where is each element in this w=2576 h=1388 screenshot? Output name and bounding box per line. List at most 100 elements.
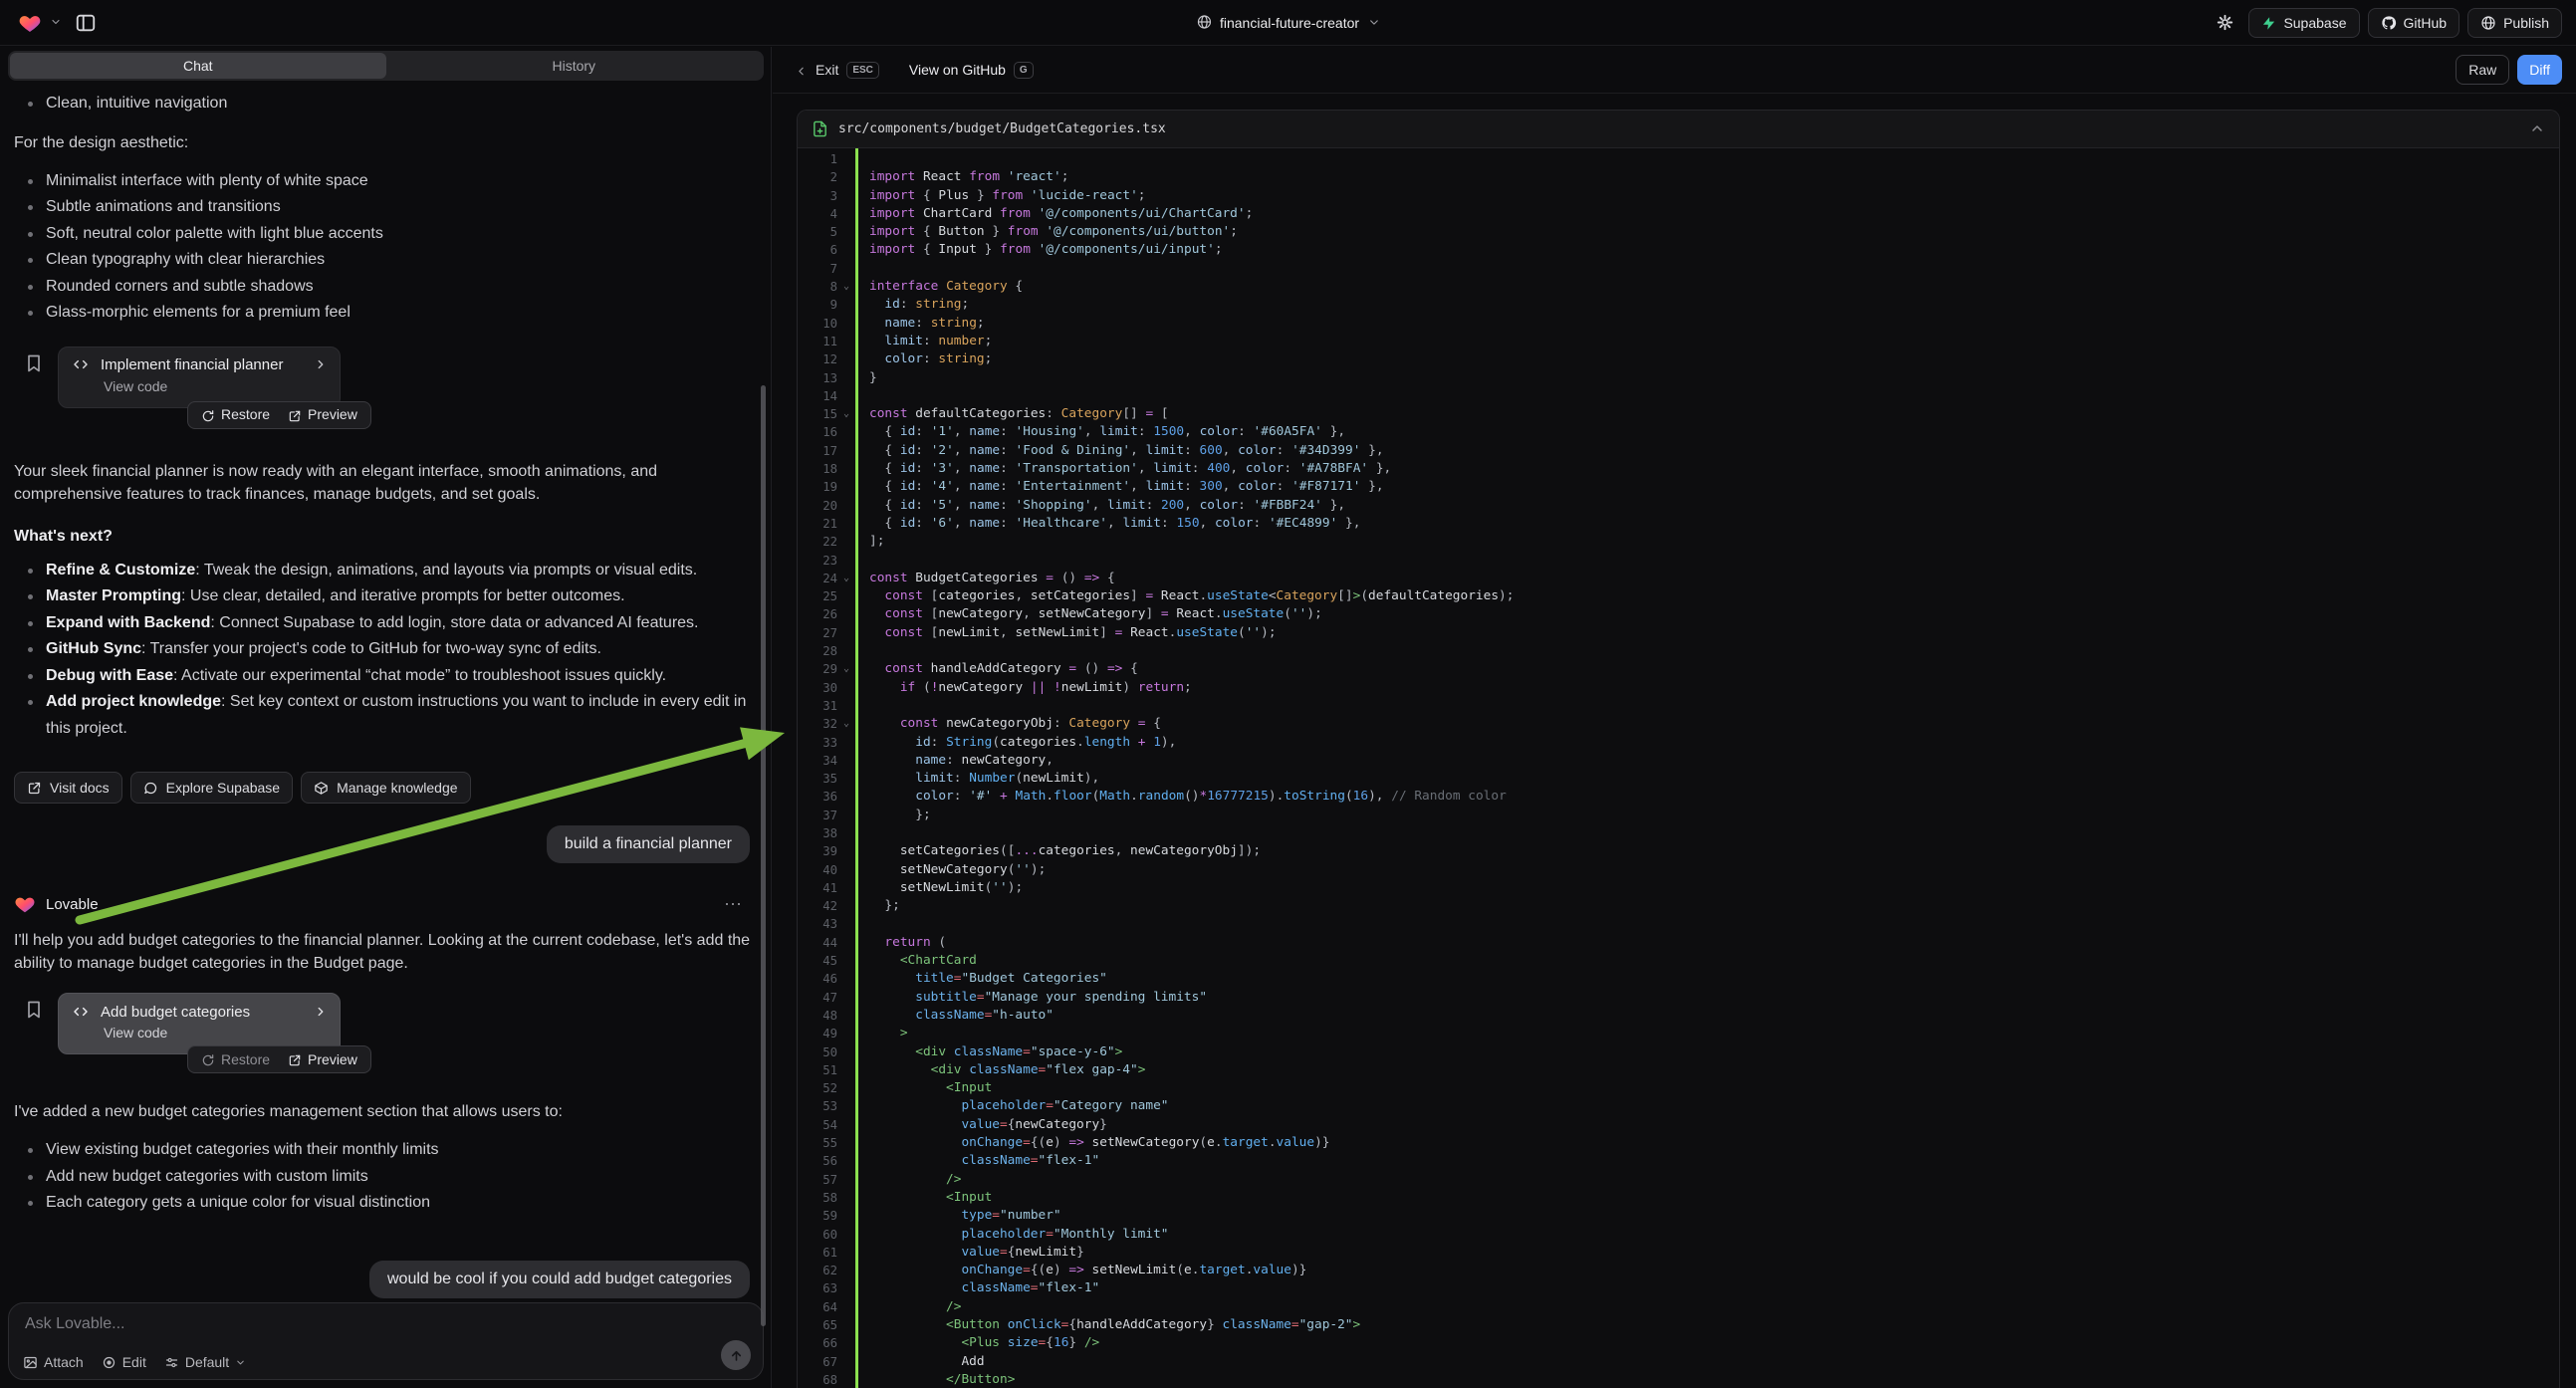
preview-button[interactable]: Preview: [279, 406, 366, 422]
top-bar: financial-future-creator Supabase GitHub…: [0, 0, 2576, 46]
code-line: 15⌄const defaultCategories: Category[] =…: [798, 405, 2559, 423]
code-line: 27 const [newLimit, setNewLimit] = React…: [798, 624, 2559, 642]
message-menu-button[interactable]: ⋯: [724, 894, 754, 915]
supabase-icon: [2261, 14, 2276, 31]
line-number: 14: [798, 387, 837, 405]
fold-toggle-icon[interactable]: ⌄: [837, 405, 855, 423]
code-line: 30 if (!newCategory || !newLimit) return…: [798, 679, 2559, 697]
list-item: Minimalist interface with plenty of whit…: [14, 168, 754, 195]
restore-button[interactable]: Restore: [192, 1051, 279, 1067]
code-line: 25 const [categories, setCategories] = R…: [798, 587, 2559, 605]
code-editor[interactable]: 12import React from 'react';3import { Pl…: [798, 148, 2559, 1388]
line-number: 49: [798, 1025, 837, 1042]
chat-history-tabs: Chat History: [8, 51, 764, 81]
line-number: 59: [798, 1207, 837, 1225]
chat-scroll-area[interactable]: Clean, intuitive navigation For the desi…: [0, 81, 772, 1327]
model-selector[interactable]: Default: [164, 1353, 246, 1370]
line-number: 39: [798, 842, 837, 860]
line-number: 51: [798, 1061, 837, 1079]
app-window: financial-future-creator Supabase GitHub…: [0, 0, 2576, 1388]
code-text: ];: [855, 533, 2559, 551]
code-text: >: [855, 1025, 2559, 1042]
visit-docs-button[interactable]: Visit docs: [14, 772, 122, 804]
code-line: 39 setCategories([...categories, newCate…: [798, 842, 2559, 860]
code-line: 57 />: [798, 1171, 2559, 1189]
line-number: 55: [798, 1134, 837, 1152]
bookmark-icon[interactable]: [24, 999, 44, 1021]
tab-chat[interactable]: Chat: [10, 53, 386, 79]
image-icon: [23, 1353, 38, 1370]
attach-button[interactable]: Attach: [23, 1353, 84, 1370]
bookmark-icon[interactable]: [24, 352, 44, 374]
line-number: 23: [798, 552, 837, 570]
fold-toggle-icon[interactable]: ⌄: [837, 278, 855, 296]
code-text: <ChartCard: [855, 952, 2559, 970]
fold-gutter: [837, 842, 855, 860]
edit-button[interactable]: Edit: [102, 1353, 146, 1370]
file-header[interactable]: src/components/budget/BudgetCategories.t…: [798, 111, 2559, 148]
list-item: Refine & Customize: Tweak the design, an…: [14, 558, 754, 584]
code-text: { id: '3', name: 'Transportation', limit…: [855, 460, 2559, 478]
manage-knowledge-button[interactable]: Manage knowledge: [301, 772, 470, 804]
settings-button[interactable]: [2209, 8, 2240, 38]
view-on-github-button[interactable]: View on GitHub G: [909, 62, 1034, 79]
fold-gutter: [837, 679, 855, 697]
fold-gutter: [837, 369, 855, 387]
code-text: const defaultCategories: Category[] = [: [855, 405, 2559, 423]
view-code-link[interactable]: View code: [104, 378, 328, 394]
line-number: 53: [798, 1097, 837, 1115]
line-number: 26: [798, 605, 837, 623]
sidebar-toggle-button[interactable]: [70, 8, 102, 38]
chat-input[interactable]: [25, 1315, 747, 1333]
publish-button[interactable]: Publish: [2467, 8, 2562, 38]
github-button[interactable]: GitHub: [2368, 8, 2460, 38]
code-line: 8⌄interface Category {: [798, 278, 2559, 296]
code-text: color: string;: [855, 350, 2559, 368]
list-item: Rounded corners and subtle shadows: [14, 274, 754, 301]
code-line: 54 value={newCategory}: [798, 1116, 2559, 1134]
version-card-implement-planner[interactable]: Implement financial planner View code: [58, 347, 341, 408]
list-item: GitHub Sync: Transfer your project's cod…: [14, 636, 754, 663]
preview-button[interactable]: Preview: [279, 1051, 366, 1067]
view-on-github-label: View on GitHub: [909, 62, 1006, 78]
fold-gutter: [837, 387, 855, 405]
code-line: 46 title="Budget Categories": [798, 970, 2559, 988]
code-line: 64 />: [798, 1298, 2559, 1316]
code-text: import React from 'react';: [855, 168, 2559, 186]
explore-supabase-button[interactable]: Explore Supabase: [130, 772, 293, 804]
send-button[interactable]: [721, 1340, 751, 1370]
line-number: 56: [798, 1152, 837, 1170]
tab-history[interactable]: History: [386, 53, 763, 79]
exit-button[interactable]: Exit ESC: [773, 62, 879, 79]
fold-toggle-icon[interactable]: ⌄: [837, 660, 855, 678]
fold-gutter: [837, 970, 855, 988]
code-text: import { Input } from '@/components/ui/i…: [855, 241, 2559, 259]
restore-button[interactable]: Restore: [192, 406, 279, 422]
chevron-up-icon[interactable]: [2529, 120, 2545, 138]
chevron-down-icon[interactable]: [50, 14, 62, 32]
fold-toggle-icon[interactable]: ⌄: [837, 570, 855, 587]
code-line: 2import React from 'react';: [798, 168, 2559, 186]
code-text: [855, 150, 2559, 168]
code-line: 53 placeholder="Category name": [798, 1097, 2559, 1115]
fold-gutter: [837, 1298, 855, 1316]
raw-button[interactable]: Raw: [2456, 55, 2509, 85]
supabase-button[interactable]: Supabase: [2248, 8, 2359, 38]
code-text: return (: [855, 934, 2559, 952]
diff-button[interactable]: Diff: [2517, 55, 2562, 85]
project-switcher[interactable]: financial-future-creator: [1196, 14, 1380, 32]
line-number: 41: [798, 879, 837, 897]
code-line: 19 { id: '4', name: 'Entertainment', lim…: [798, 478, 2559, 496]
fold-gutter: [837, 315, 855, 333]
fold-gutter: [837, 897, 855, 915]
top-bullets-list: Clean, intuitive navigation: [14, 91, 754, 117]
view-code-link[interactable]: View code: [104, 1025, 328, 1041]
line-number: 38: [798, 824, 837, 842]
chevron-right-icon: [314, 356, 328, 374]
line-number: 48: [798, 1007, 837, 1025]
fold-toggle-icon[interactable]: ⌄: [837, 715, 855, 733]
code-line: 45 <ChartCard: [798, 952, 2559, 970]
chat-scrollbar[interactable]: [761, 385, 766, 1326]
lovable-logo-icon[interactable]: [18, 11, 42, 35]
code-text: const newCategoryObj: Category = {: [855, 715, 2559, 733]
